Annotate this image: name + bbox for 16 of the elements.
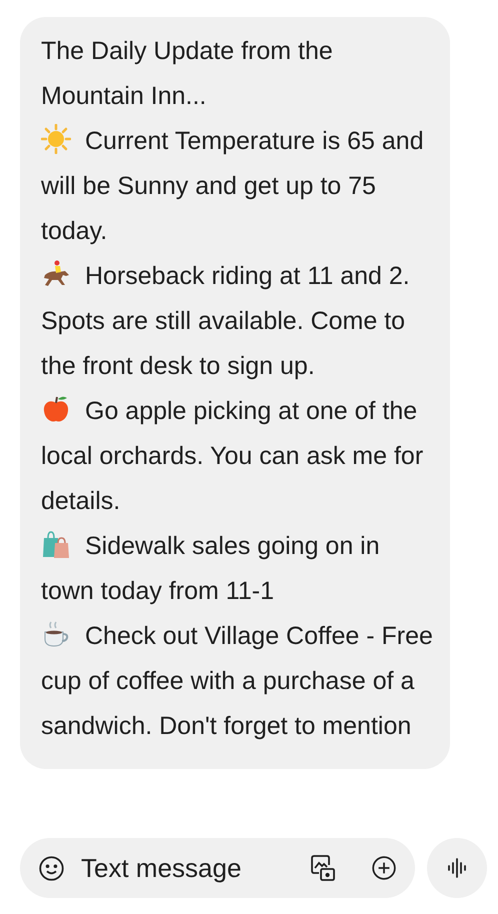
message-text: The Daily Update from the Mountain Inn... xyxy=(41,36,334,112)
sun-icon xyxy=(41,124,71,154)
message-text: Horseback riding at 11 and 2. Spots are still available. Come to the front desk to sign up. xyxy=(41,254,436,389)
text-input[interactable]: Text message xyxy=(81,848,271,888)
gallery-icon[interactable] xyxy=(309,853,337,883)
add-icon[interactable] xyxy=(371,855,397,881)
shopping-bags-icon xyxy=(41,529,71,559)
message-text: Sidewalk sales going on in town today from 11-1 xyxy=(41,524,436,614)
horse-rider-icon xyxy=(41,259,71,289)
waveform-icon xyxy=(445,856,469,880)
message-text: Check out Village Coffee - Free cup of coffee with a purchase of a sandwich. Don't forget to mention xyxy=(41,614,436,749)
message-input[interactable]: Text message xyxy=(20,838,415,898)
message-text: Current Temperature is 65 and will be Sunny and get up to 75 today. xyxy=(41,119,436,254)
apple-icon xyxy=(41,394,71,424)
smiley-icon[interactable] xyxy=(38,854,65,882)
message-text: Go apple picking at one of the local orchards. You can ask me for details. xyxy=(41,389,436,524)
